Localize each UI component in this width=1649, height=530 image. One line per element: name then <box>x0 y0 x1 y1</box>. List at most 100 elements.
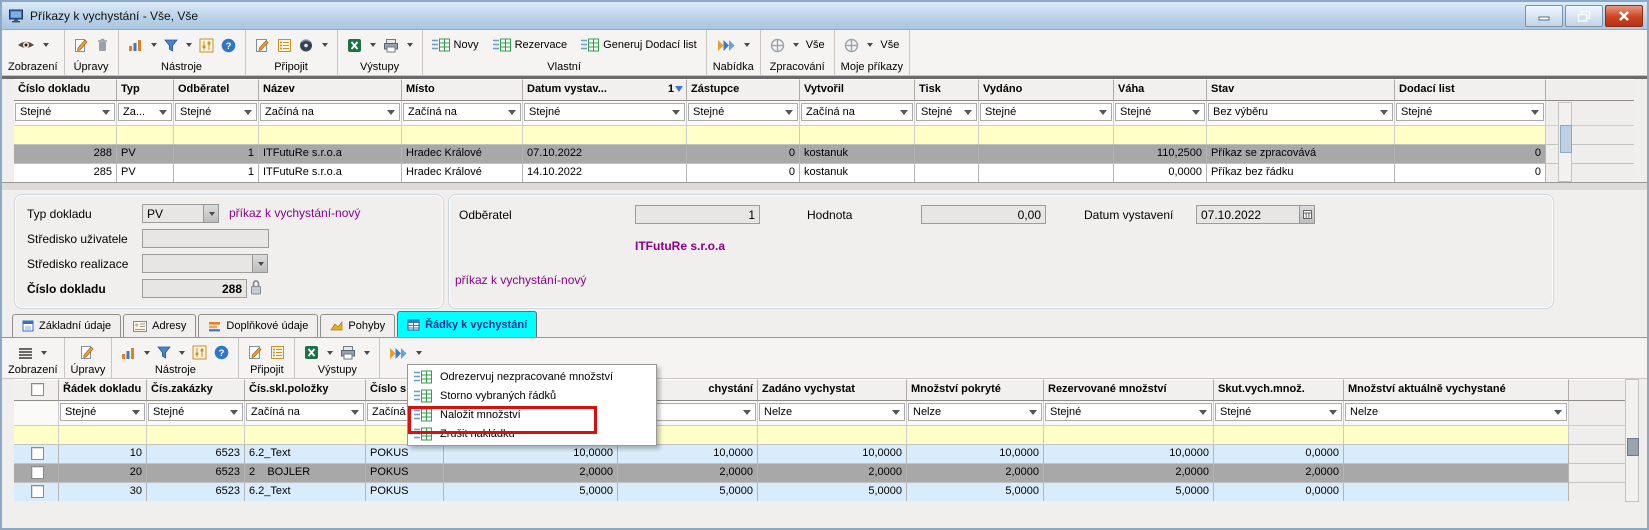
stredisko-realizace-dropdown-button[interactable] <box>252 254 268 273</box>
column-header[interactable]: Řádek dokladu <box>59 379 147 401</box>
odberatel-field[interactable]: 1 <box>635 205 760 224</box>
menu-item-storno[interactable]: Storno vybraných řádků <box>408 386 656 405</box>
menu-item-nalozit-mnozstvi[interactable]: Naložit množství <box>408 405 656 424</box>
table-row[interactable]: 2065232 BOJLERPOKUS2,00002,00002,00002,0… <box>14 463 1634 482</box>
title-bar[interactable]: Příkazy k vychystání - Vše, Vše <box>2 2 1647 30</box>
cislo-dokladu-field[interactable]: 288 <box>142 279 247 298</box>
filter-dropdown[interactable]: Za... <box>117 101 174 125</box>
dropdown-arrow-icon[interactable] <box>327 351 333 355</box>
filter-dropdown[interactable]: Začíná na <box>259 101 402 125</box>
dropdown-arrow-icon[interactable] <box>186 43 192 47</box>
filter-dropdown[interactable]: Stejné <box>1044 401 1214 425</box>
generuj-dodaci-list-button[interactable]: Generuj Dodací list <box>581 38 697 52</box>
restore-button[interactable] <box>1565 5 1603 27</box>
row-checkbox[interactable] <box>31 485 44 498</box>
column-header[interactable]: Tisk <box>915 79 979 101</box>
dropdown-arrow-icon[interactable] <box>41 351 47 355</box>
typ-dokladu-field[interactable]: PV <box>142 204 204 223</box>
dropdown-arrow-icon[interactable] <box>43 43 49 47</box>
filter-dropdown[interactable]: Stejné <box>14 101 117 125</box>
tab-pohyby[interactable]: Pohyby <box>320 314 395 337</box>
zpracovani-filter-value[interactable]: Vše <box>806 39 825 51</box>
dropdown-arrow-icon[interactable] <box>322 43 328 47</box>
checklist-icon[interactable] <box>277 38 292 53</box>
table-row[interactable]: 3065236.2_TextPOKUS5,00005,00005,00005,0… <box>14 482 1634 501</box>
column-header[interactable]: Zadáno vychystat <box>758 379 907 401</box>
dropdown-arrow-icon[interactable] <box>867 43 873 47</box>
sort-columns-icon[interactable] <box>121 346 136 360</box>
column-header[interactable]: Datum vystav...1 <box>523 79 687 101</box>
list-view-icon[interactable] <box>18 347 33 359</box>
filter-dropdown[interactable]: Stejné <box>523 101 687 125</box>
filter-dropdown[interactable]: Stejné <box>1114 101 1207 125</box>
quick-filter-row[interactable] <box>14 425 1634 444</box>
media-disc-icon[interactable] <box>299 38 314 53</box>
tab-radky-k-vychystani[interactable]: Řádky k vychystání <box>397 311 537 337</box>
rezervace-button[interactable]: Rezervace <box>493 38 568 52</box>
filter-dropdown[interactable]: Začíná na <box>800 101 915 125</box>
note-icon[interactable] <box>255 38 270 53</box>
filter-dropdown[interactable]: Stejné <box>915 101 979 125</box>
table-row[interactable]: 288PV1ITFutuRe s.r.o.aHradec Králové07.1… <box>14 144 1634 163</box>
print-icon[interactable] <box>383 38 399 53</box>
datum-vystaveni-field[interactable]: 07.10.2022 <box>1196 205 1300 224</box>
scrollbar-thumb[interactable] <box>1560 125 1572 153</box>
help-icon[interactable]: ? <box>214 345 229 360</box>
filter-dropdown[interactable]: Stejné <box>687 101 800 125</box>
filter-dropdown[interactable]: Stejné <box>174 101 259 125</box>
circle-plus-icon[interactable] <box>844 38 859 53</box>
excel-export-icon[interactable] <box>304 345 319 360</box>
minimize-button[interactable] <box>1525 5 1563 27</box>
column-header[interactable]: Místo <box>402 79 523 101</box>
note-icon[interactable] <box>248 345 263 360</box>
filter-dropdown[interactable]: Začíná na <box>402 101 523 125</box>
column-header[interactable]: Čís.zakázky <box>147 379 245 401</box>
column-header[interactable]: Název <box>259 79 402 101</box>
stredisko-uzivatele-field[interactable] <box>142 229 269 248</box>
filter-dropdown[interactable]: Stejné <box>59 401 147 425</box>
dropdown-arrow-icon[interactable] <box>370 43 376 47</box>
dropdown-arrow-icon[interactable] <box>179 351 185 355</box>
settings-sliders-icon[interactable] <box>192 345 207 360</box>
column-header[interactable]: Zástupce <box>687 79 800 101</box>
filter-dropdown[interactable]: Stejné <box>1214 401 1344 425</box>
dropdown-arrow-icon[interactable] <box>416 351 422 355</box>
stredisko-realizace-field[interactable] <box>142 254 253 273</box>
rows-grid-vertical-scrollbar[interactable] <box>1625 379 1639 502</box>
tab-adresy[interactable]: Adresy <box>123 314 196 337</box>
table-row[interactable]: 1065236.2_TextPOKUS10,000010,000010,0000… <box>14 444 1634 463</box>
menu-item-zrusit-nakladku[interactable]: Zrušit nakládku <box>408 424 656 443</box>
circle-plus-icon[interactable] <box>770 38 785 53</box>
filter-dropdown[interactable]: Nelze <box>1344 401 1569 425</box>
column-header[interactable]: Čís.skl.položky <box>245 379 366 401</box>
dropdown-arrow-icon[interactable] <box>744 43 750 47</box>
novy-button[interactable]: Novy <box>432 38 479 52</box>
column-header[interactable]: Stav <box>1207 79 1395 101</box>
filter-dropdown[interactable]: Stejné <box>147 401 245 425</box>
scrollbar-thumb[interactable] <box>1627 438 1639 456</box>
column-header[interactable]: Vytvořil <box>800 79 915 101</box>
column-header[interactable]: Číslo dokladu <box>14 79 117 101</box>
orders-grid-vertical-scrollbar[interactable] <box>1558 102 1572 182</box>
chevrons-menu-icon[interactable] <box>389 347 408 360</box>
print-icon[interactable] <box>340 345 356 360</box>
row-checkbox[interactable] <box>31 466 44 479</box>
close-button[interactable] <box>1605 5 1643 27</box>
dropdown-arrow-icon[interactable] <box>151 43 157 47</box>
select-all-header-cell[interactable] <box>14 379 59 401</box>
moje-prikazy-filter-value[interactable]: Vše <box>880 39 899 51</box>
column-header[interactable]: Odběratel <box>174 79 259 101</box>
filter-funnel-icon[interactable] <box>157 346 171 359</box>
settings-sliders-icon[interactable] <box>199 38 214 53</box>
filter-dropdown[interactable]: Nelze <box>758 401 907 425</box>
select-all-checkbox[interactable] <box>31 383 44 396</box>
column-header[interactable]: Rezervované množství <box>1044 379 1214 401</box>
datum-vystaveni-calendar-button[interactable] <box>1299 205 1315 224</box>
sort-columns-icon[interactable] <box>128 38 143 52</box>
filter-funnel-icon[interactable] <box>164 39 178 52</box>
menu-item-odrezervuj[interactable]: Odrezervuj nezpracované množství <box>408 367 656 386</box>
filter-dropdown[interactable]: Bez výběru <box>1207 101 1395 125</box>
column-header[interactable]: Množství aktuálně vychystané <box>1344 379 1569 401</box>
tab-zakladni-udaje[interactable]: Základní údaje <box>12 314 121 337</box>
dropdown-arrow-icon[interactable] <box>793 43 799 47</box>
